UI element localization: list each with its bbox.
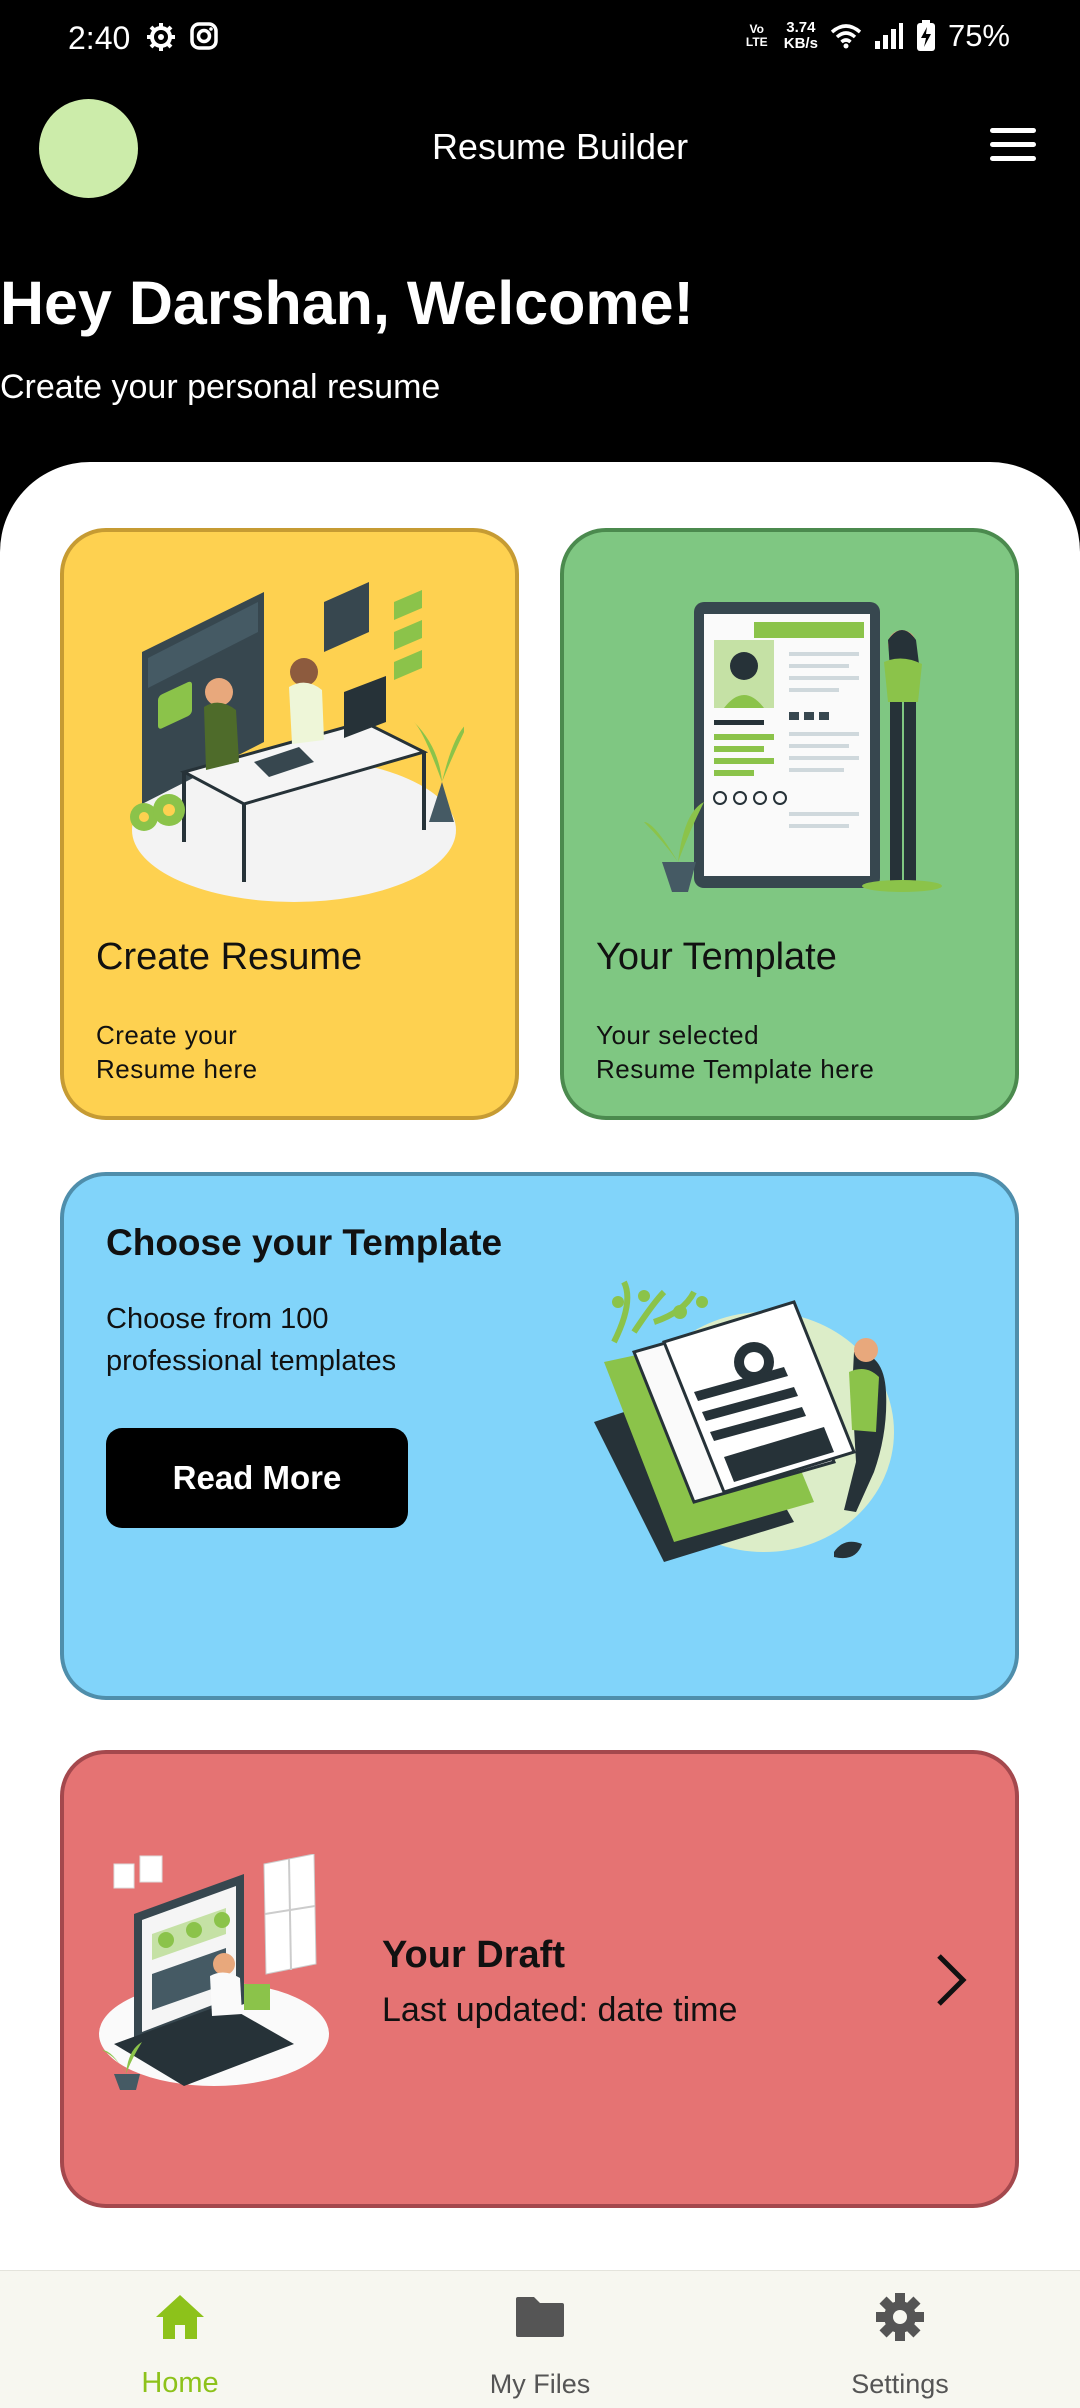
status-bar: 2:40 Vo LTE 3.74 KB/s 75% <box>0 0 1080 80</box>
your-template-card[interactable]: Your Template Your selected Resume Templ… <box>560 528 1019 1120</box>
hamburger-menu-icon[interactable] <box>990 128 1036 162</box>
app-bar: Resume Builder <box>0 96 1080 200</box>
your-template-title: Your Template <box>596 936 837 978</box>
volte-label: Vo LTE <box>745 22 768 49</box>
instagram-icon <box>190 22 218 50</box>
nav-my-files-label: My Files <box>489 2369 591 2399</box>
nav-my-files[interactable]: My Files <box>420 2271 660 2408</box>
network-speed: 3.74 KB/s <box>783 19 818 52</box>
signal-icon <box>874 23 903 49</box>
battery-charging-icon <box>916 20 935 51</box>
create-resume-card[interactable]: Create Resume Create your Resume here <box>60 528 519 1120</box>
your-draft-title: Your Draft <box>382 1934 565 1976</box>
bottom-navigation: Home My Files Settings <box>0 2270 1080 2408</box>
nav-home-label: Home <box>141 2367 219 2399</box>
battery-percent: 75% <box>947 18 1010 53</box>
your-draft-subtitle: Last updated: date time <box>382 1991 738 2029</box>
welcome-subtitle: Create your personal resume <box>0 368 441 406</box>
nav-settings-label: Settings <box>851 2369 949 2399</box>
nav-settings[interactable]: Settings <box>780 2271 1020 2408</box>
status-time: 2:40 <box>68 20 131 56</box>
template-illustration <box>644 602 942 892</box>
gear-icon <box>876 2293 924 2341</box>
nav-home[interactable]: Home <box>60 2271 300 2408</box>
wifi-icon <box>830 24 862 49</box>
your-draft-card[interactable]: Your Draft Last updated: date time <box>60 1750 1019 2208</box>
home-icon <box>156 2295 204 2339</box>
draft-laptop-illustration <box>99 1854 329 2090</box>
choose-template-title: Choose your Template <box>106 1222 503 1263</box>
folder-icon <box>516 2297 564 2337</box>
choose-template-desc: Choose from 100 professional templates <box>106 1303 397 1377</box>
settings-notification-icon <box>147 23 175 51</box>
templates-folder-illustration <box>594 1280 894 1562</box>
developers-illustration <box>130 582 464 902</box>
app-title: Resume Builder <box>431 126 689 167</box>
your-template-desc: Your selected Resume Template here <box>596 1020 875 1084</box>
create-resume-title: Create Resume <box>96 936 363 978</box>
create-resume-desc: Create your Resume here <box>96 1020 258 1084</box>
choose-template-card[interactable]: Choose your Template Choose from 100 pro… <box>60 1172 1019 1700</box>
read-more-button[interactable]: Read More <box>106 1428 408 1528</box>
chevron-right-icon[interactable] <box>931 1952 971 2008</box>
welcome-greeting: Hey Darshan, Welcome! <box>0 269 694 337</box>
